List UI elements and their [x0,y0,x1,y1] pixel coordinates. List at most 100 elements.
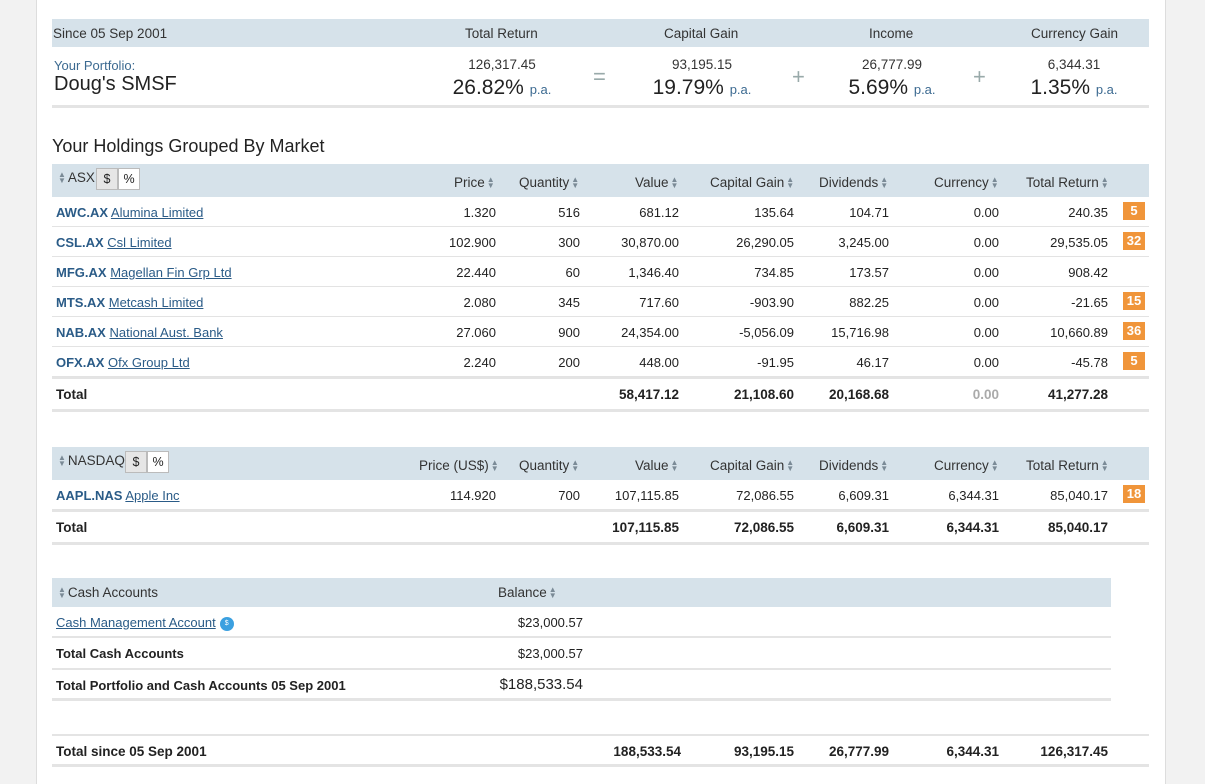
pa-label: p.a. [913,82,936,97]
sort-icon: ▲ ▼ [1100,458,1109,474]
portfolio-total-label: Total Portfolio and Cash Accounts 05 Sep… [56,678,346,693]
cash-sort[interactable]: ▲ ▼ Cash Accounts [56,585,158,600]
col-label: Quantity [519,458,570,473]
capital-gain-cell: -5,056.09 [739,325,794,340]
holding-badge[interactable]: 5 [1123,202,1145,220]
total-capital-gain: 21,108.60 [733,387,794,402]
capital-gain-cell: 26,290.05 [736,235,794,250]
col-capital-gain[interactable]: Capital Gain ▲ ▼ [710,458,796,473]
col-currency[interactable]: Currency ▲ ▼ [934,175,1001,190]
holding-cell: MTS.AX Metcash Limited [56,295,203,310]
market-sort[interactable]: ▲ ▼ ASX [56,170,95,185]
percent-toggle[interactable]: % [147,451,169,473]
dollar-toggle[interactable]: $ [96,168,118,190]
col-price[interactable]: Price ▲ ▼ [454,175,497,190]
portfolio-label: Your Portfolio: [54,58,136,73]
metric-capital-gain: 93,195.15 19.79% p.a. [642,47,762,100]
holding-badge[interactable]: 18 [1123,485,1145,503]
col-quantity[interactable]: Quantity ▲ ▼ [519,458,581,473]
col-dividends[interactable]: Dividends ▲ ▼ [819,458,890,473]
holding-name[interactable]: Ofx Group Ltd [108,355,190,370]
value-toggle: $ % [125,451,169,473]
holding-code[interactable]: OFX.AX [56,355,104,370]
currency-cell: 0.00 [973,295,999,310]
col-label: Total Return [1026,175,1099,190]
holding-cell: OFX.AX Ofx Group Ltd [56,355,190,370]
holding-name[interactable]: Alumina Limited [111,205,204,220]
price-cell: 102.900 [449,235,496,250]
value-cell: 24,354.00 [621,325,679,340]
holding-name[interactable]: Magellan Fin Grp Ltd [110,265,231,280]
holding-code[interactable]: AWC.AX [56,205,108,220]
holding-cell: AAPL.NAS Apple Inc [56,488,180,503]
cash-account-balance: $23,000.57 [517,615,583,630]
nasdaq-header: ▲ ▼ NASDAQ $ % Price (US$) ▲ ▼ Quantity ▲ ▼ Va… [52,447,1149,480]
col-balance[interactable]: Balance ▲ ▼ [498,585,559,600]
dollar-toggle[interactable]: $ [125,451,147,473]
holding-cell: NAB.AX National Aust. Bank [56,325,223,340]
holding-name[interactable]: Csl Limited [107,235,171,250]
holding-name[interactable]: National Aust. Bank [109,325,222,340]
cash-account-link[interactable]: Cash Management Account [56,615,216,630]
holding-badge[interactable]: 15 [1123,292,1145,310]
holding-badge[interactable]: 5 [1123,352,1145,370]
sort-icon: ▲ ▼ [571,175,580,191]
bank-icon: $ [219,616,234,631]
col-dividends[interactable]: Dividends ▲ ▼ [819,175,890,190]
dividends-cell: 882.25 [849,295,889,310]
holding-code[interactable]: AAPL.NAS [56,488,122,503]
plus-sign: + [973,64,986,89]
col-quantity[interactable]: Quantity ▲ ▼ [519,175,581,190]
market-sort[interactable]: ▲ ▼ NASDAQ [56,453,125,468]
total-return-cell: 10,660.89 [1050,325,1108,340]
quantity-cell: 700 [558,488,580,503]
holding-name[interactable]: Metcash Limited [109,295,204,310]
col-value[interactable]: Value ▲ ▼ [635,458,680,473]
holding-cell: CSL.AX Csl Limited [56,235,172,250]
price-cell: 22.440 [456,265,496,280]
holding-badge[interactable]: 32 [1123,232,1145,250]
holding-name[interactable]: Apple Inc [125,488,179,503]
total-return-pct: 26.82% [452,76,524,99]
col-currency[interactable]: Currency ▲ ▼ [934,458,1001,473]
nasdaq-total-row: Total 107,115.85 72,086.55 6,609.31 6,34… [52,510,1149,545]
sort-icon: ▲ ▼ [990,458,999,474]
col-label: Value [635,458,669,473]
percent-toggle[interactable]: % [118,168,140,190]
total-label: Total [56,387,88,402]
holding-code[interactable]: MTS.AX [56,295,105,310]
portfolio-name[interactable]: Doug's SMSF [54,73,177,96]
cash-total-label: Total Cash Accounts [56,646,184,661]
portfolio-total-value: $188,533.54 [499,676,583,693]
col-label: Dividends [819,175,879,190]
col-price[interactable]: Price (US$) ▲ ▼ [419,458,501,473]
col-value[interactable]: Value ▲ ▼ [635,175,680,190]
currency-gain-pct: 1.35% [1030,76,1090,99]
table-row: NAB.AX National Aust. Bank 27.060 900 24,35… [52,317,1149,347]
total-dividends: 6,609.31 [836,520,889,535]
table-row: MTS.AX Metcash Limited 2.080 345 717.60 -903… [52,287,1149,317]
sort-icon: ▲ ▼ [490,458,499,474]
header-total-return: Total Return [465,26,538,41]
holding-code[interactable]: CSL.AX [56,235,104,250]
capital-gain-cell: 734.85 [754,265,794,280]
holding-code[interactable]: MFG.AX [56,265,107,280]
total-total-return: 85,040.17 [1047,520,1108,535]
holding-badge[interactable]: 36 [1123,322,1145,340]
col-total-return[interactable]: Total Return ▲ ▼ [1026,458,1111,473]
col-capital-gain[interactable]: Capital Gain ▲ ▼ [710,175,796,190]
sort-icon: ▲ ▼ [58,453,66,469]
header-capital-gain: Capital Gain [664,26,739,41]
grand-total: Total since 05 Sep 2001 188,533.54 93,19… [52,734,1149,767]
sort-icon: ▲ ▼ [786,175,795,191]
table-row: OFX.AX Ofx Group Ltd 2.240 200 448.00 -91.95… [52,347,1149,377]
col-label: Total Return [1026,458,1099,473]
capital-gain-pct: 19.79% [652,76,724,99]
sort-icon: ▲ ▼ [990,175,999,191]
col-total-return[interactable]: Total Return ▲ ▼ [1026,175,1111,190]
sort-icon: ▲ ▼ [1100,175,1109,191]
total-dividends: 20,168.68 [828,387,889,402]
metric-currency-gain: 6,344.31 1.35% p.a. [1014,47,1134,100]
col-label: Dividends [819,458,879,473]
holding-code[interactable]: NAB.AX [56,325,106,340]
